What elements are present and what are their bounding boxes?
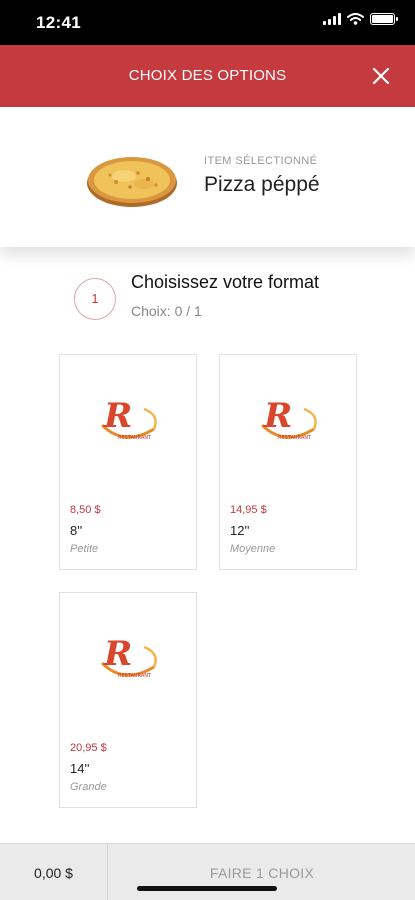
step-choice-count: Choix: 0 / 1 xyxy=(131,303,202,319)
option-size: 14'' xyxy=(70,761,90,776)
home-indicator xyxy=(137,886,277,891)
step-number-badge: 1 xyxy=(74,278,116,320)
item-name: Pizza péppé xyxy=(204,173,320,196)
option-name: Moyenne xyxy=(230,543,276,555)
svg-text:RESTAURANT: RESTAURANT xyxy=(118,673,152,679)
battery-icon xyxy=(370,13,398,25)
option-name: Petite xyxy=(70,543,99,555)
wifi-icon xyxy=(347,13,364,25)
status-bar: 12:41 xyxy=(0,0,415,45)
option-price: 8,50 $ xyxy=(70,504,101,516)
status-icons xyxy=(323,13,398,25)
option-size: 8'' xyxy=(70,523,83,538)
restaurant-logo: R RESTAURANT xyxy=(260,396,317,441)
option-name: Grande xyxy=(70,781,107,793)
status-time: 12:41 xyxy=(36,13,81,32)
restaurant-logo: R RESTAURANT xyxy=(100,396,157,441)
page-title: CHOIX DES OPTIONS xyxy=(128,67,287,84)
header-bar: CHOIX DES OPTIONS xyxy=(0,45,415,107)
svg-text:R: R xyxy=(263,396,292,436)
svg-text:RESTAURANT: RESTAURANT xyxy=(278,435,312,441)
signal-icon xyxy=(323,13,341,25)
step-title: Choisissez votre format xyxy=(131,272,320,292)
footer-bar: 0,00 $ FAIRE 1 CHOIX xyxy=(0,843,415,900)
option-price: 20,95 $ xyxy=(70,742,107,754)
item-label: ITEM SÉLECTIONNÉ xyxy=(204,155,318,167)
svg-text:RESTAURANT: RESTAURANT xyxy=(118,435,152,441)
option-price: 14,95 $ xyxy=(230,504,267,516)
order-total: 0,00 $ xyxy=(0,844,108,900)
option-card-grande[interactable]: R RESTAURANT 20,95 $ 14'' Grande xyxy=(59,592,197,808)
pizza-image xyxy=(87,157,177,207)
svg-text:R: R xyxy=(103,396,132,436)
svg-text:R: R xyxy=(103,634,132,674)
make-choice-button[interactable]: FAIRE 1 CHOIX xyxy=(109,844,415,900)
option-card-moyenne[interactable]: R RESTAURANT 14,95 $ 12'' Moyenne xyxy=(219,354,357,570)
close-icon[interactable] xyxy=(369,64,393,88)
option-size: 12'' xyxy=(230,523,250,538)
option-card-petite[interactable]: R RESTAURANT 8,50 $ 8'' Petite xyxy=(59,354,197,570)
selected-item-card: ITEM SÉLECTIONNÉ Pizza péppé xyxy=(0,107,415,247)
restaurant-logo: R RESTAURANT xyxy=(100,634,157,679)
